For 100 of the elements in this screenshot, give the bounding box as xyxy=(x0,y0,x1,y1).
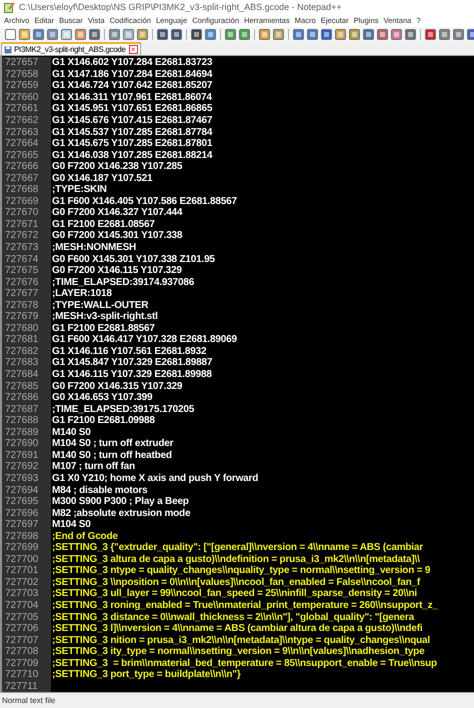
code-line: G1 X146.311 Y107.961 E2681.86074 xyxy=(51,92,212,103)
code-line: G0 F600 X145.301 Y107.338 Z101.95 xyxy=(51,254,215,265)
line-number: 727674 xyxy=(5,254,38,265)
line-number: 727682 xyxy=(5,346,38,357)
code-line: G0 F7200 X145.301 Y107.338 xyxy=(51,230,182,242)
line-number: 727695 xyxy=(5,496,38,508)
line-number: 727678 xyxy=(5,300,38,311)
code-line: M82 ;absolute extrusion mode xyxy=(51,508,190,519)
line-number: 727657 xyxy=(5,57,38,68)
code-line: M140 S0 ; turn off heatbed xyxy=(51,450,172,461)
code-line: G1 X146.115 Y107.329 E2681.89988 xyxy=(51,369,212,380)
line-number: 727696 xyxy=(5,508,38,519)
code-line: ;LAYER:1018 xyxy=(51,288,112,300)
line-number: 727686 xyxy=(5,392,38,404)
line-number: 727689 xyxy=(5,426,38,438)
line-number: 727658 xyxy=(5,68,38,80)
line-number: 727683 xyxy=(5,357,38,368)
line-number: 727668 xyxy=(5,184,38,196)
line-number: 727662 xyxy=(5,115,38,126)
line-number: 727667 xyxy=(5,172,38,184)
line-number: 727672 xyxy=(5,230,38,242)
line-number: 727709 xyxy=(5,658,38,669)
line-number: 727663 xyxy=(5,126,38,138)
code-line: M104 S0 xyxy=(51,519,91,530)
code-line: G0 X146.653 Y107.399 xyxy=(51,392,152,404)
code-line: ;SETTING_3 = brim\\nmaterial_bed_temperature = 85\\nsupport_enable = True\\nsup xyxy=(51,658,437,669)
line-number: 727700 xyxy=(5,554,38,565)
line-number: 727702 xyxy=(5,576,38,588)
line-number: 727710 xyxy=(5,669,38,680)
code-line: G0 F7200 X146.238 Y107.285 xyxy=(51,161,182,172)
code-line: M107 ; turn off fan xyxy=(51,461,135,472)
line-number: 727691 xyxy=(5,450,38,461)
close-tab-button[interactable]: × xyxy=(128,45,138,54)
line-number: 727707 xyxy=(5,634,38,646)
line-number: 727694 xyxy=(5,484,38,496)
code-line: ;MESH:v3-split-right.stl xyxy=(51,311,158,322)
line-number: 727677 xyxy=(5,288,38,300)
code-line: M300 S900 P300 ; Play a Beep xyxy=(51,496,189,508)
line-number: 727703 xyxy=(5,588,38,600)
code-line: G1 X146.724 Y107.642 E2681.85207 xyxy=(51,80,212,92)
line-number: 727687 xyxy=(5,404,38,415)
code-line: ;TYPE:SKIN xyxy=(51,184,107,196)
code-line: ;SETTING_3 {"extruder_quality": ["[general]\\nversion = 4\\nname = ABS (cambiar xyxy=(51,542,423,554)
code-line: ;End of Gcode xyxy=(51,530,118,542)
code-line: G1 F600 X146.405 Y107.586 E2681.88567 xyxy=(51,196,237,207)
line-number: 727665 xyxy=(5,150,38,161)
code-line: G1 X146.038 Y107.285 E2681.88214 xyxy=(51,150,212,161)
line-number: 727671 xyxy=(5,218,38,230)
code-line: ;TIME_ELAPSED:39174.937086 xyxy=(51,276,194,288)
line-number: 727661 xyxy=(5,103,38,114)
code-line: ;SETTING_3 altura de capa a gusto)\\ndefinition = prusa_i3_mk2\\n\\n[metadata]\\ xyxy=(51,554,420,565)
line-number: 727664 xyxy=(5,138,38,150)
line-number: 727704 xyxy=(5,600,38,611)
code-line: ;SETTING_3 l]\\nversion = 4\\nname = ABS (cambiar altura de capa a gusto)\\ndefi xyxy=(51,623,422,634)
line-number: 727684 xyxy=(5,369,38,380)
code-line: G1 F2100 E2681.09988 xyxy=(51,415,155,426)
code-line: G1 F600 X146.417 Y107.328 E2681.89069 xyxy=(51,334,237,346)
line-number: 727670 xyxy=(5,207,38,218)
file-tab[interactable]: PI3MK2_v3-split-right_ABS.gcode × xyxy=(1,42,141,55)
code-line: G1 X145.537 Y107.285 E2681.87784 xyxy=(51,126,212,138)
code-line: ;SETTING_3 distance = 0\\nwall_thickness = 2\\n\\n"], "global_quality": "[genera xyxy=(51,612,414,623)
line-number: 727699 xyxy=(5,542,38,554)
line-number: 727693 xyxy=(5,472,38,484)
line-number: 727701 xyxy=(5,565,38,576)
line-number: 727708 xyxy=(5,646,38,658)
code-line: M104 S0 ; turn off extruder xyxy=(51,438,174,450)
line-number: 727680 xyxy=(5,322,38,334)
code-line: ;SETTING_3 \\nposition = 0\\n\\n[values]\\ncool_fan_enabled = False\\ncool_fan_f xyxy=(51,576,420,588)
code-line: G1 F2100 E2681.88567 xyxy=(51,322,155,334)
code-line: G1 X145.847 Y107.329 E2681.89887 xyxy=(51,357,212,368)
code-line: ;SETTING_3 ntype = quality_changes\\nquality_type = normal\\nsetting_version = 9 xyxy=(51,565,430,576)
code-line: G1 X147.186 Y107.284 E2681.84694 xyxy=(51,68,212,80)
line-number: 727698 xyxy=(5,530,38,542)
code-line: M84 ; disable motors xyxy=(51,484,148,496)
line-number: 727711 xyxy=(5,680,38,692)
line-number: 727659 xyxy=(5,80,38,92)
code-line: ;MESH:NONMESH xyxy=(51,242,136,254)
code-line: ;SETTING_3 nition = prusa_i3_mk2\\n\\n[metadata]\\ntype = quality_changes\\nqual xyxy=(51,634,430,646)
line-number: 727697 xyxy=(5,519,38,530)
line-number: 727685 xyxy=(5,380,38,392)
line-number: 727669 xyxy=(5,196,38,207)
line-number: 727692 xyxy=(5,461,38,472)
line-number: 727688 xyxy=(5,415,38,426)
code-line: G0 X146.187 Y107.521 xyxy=(51,172,152,184)
code-line: ;SETTING_3 port_type = buildplate\\n\\n"} xyxy=(51,669,241,680)
line-number: 727660 xyxy=(5,92,38,103)
code-line: ;SETTING_3 ull_layer = 99\\ncool_fan_speed = 25\\ninfill_sparse_density = 20\\ni xyxy=(51,588,417,600)
code-line: G1 X145.951 Y107.651 E2681.86865 xyxy=(51,103,212,114)
status-text: Normal text file xyxy=(2,694,56,706)
code-line: G1 F2100 E2681.08567 xyxy=(51,218,155,230)
code-line: G0 F7200 X146.315 Y107.329 xyxy=(51,380,182,392)
code-line: M140 S0 xyxy=(51,426,91,438)
line-number: 727676 xyxy=(5,276,38,288)
code-line: G1 X0 Y210; home X axis and push Y forward xyxy=(51,472,258,484)
code-line: ;SETTING_3 roning_enabled = True\\nmaterial_print_temperature = 260\\nsupport_z_ xyxy=(51,600,438,611)
code-line: G1 X145.675 Y107.285 E2681.87801 xyxy=(51,138,212,150)
line-number: 727705 xyxy=(5,612,38,623)
code-line: G1 X146.116 Y107.561 E2681.8932 xyxy=(51,346,206,357)
window-title: C:\Users\eloyf\Desktop\NS GRIP\PI3MK2_v3-split-right_ABS.gcode - Notepad++ xyxy=(19,0,342,14)
line-number: 727666 xyxy=(5,161,38,172)
